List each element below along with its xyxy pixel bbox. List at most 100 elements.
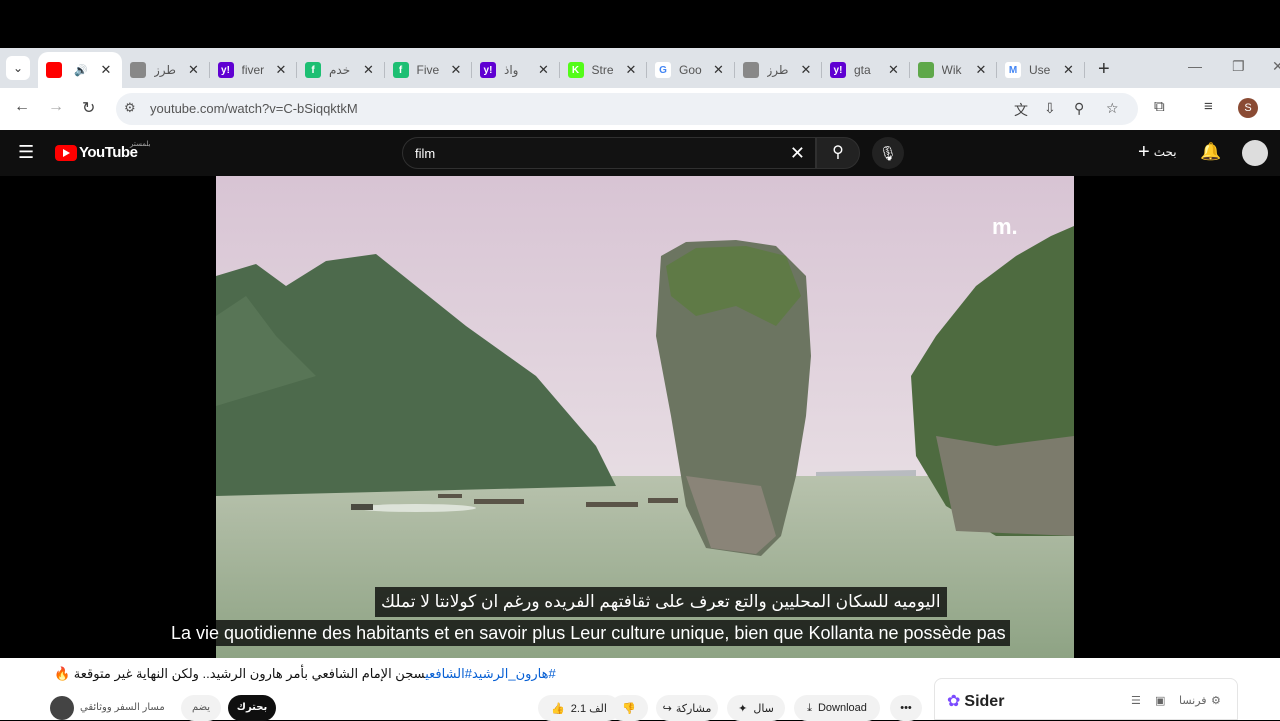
ask-button[interactable]: ✦ سال <box>727 695 785 721</box>
youtube-logo[interactable]: YouTube <box>55 144 138 161</box>
plus-icon: + <box>1098 58 1110 80</box>
tab-close-icon[interactable]: ✕ <box>186 62 202 78</box>
video-info-panel: #هارون_الرشيد#الشافعيسجن الإمام الشافعي … <box>0 658 1280 721</box>
tab-close-icon[interactable]: ✕ <box>973 62 989 78</box>
tab-title: fiver <box>241 63 265 77</box>
search-input[interactable]: film ✕ <box>402 137 816 169</box>
tab-title: Stre <box>591 63 614 77</box>
new-tab-button[interactable]: + <box>1098 58 1110 81</box>
tab-close-icon[interactable]: ✕ <box>273 62 289 78</box>
site-info-icon[interactable]: ⚙ <box>124 100 136 116</box>
close-window-button[interactable]: ✕ <box>1272 58 1280 75</box>
tab-title: طرز <box>766 63 789 77</box>
more-actions-button[interactable]: ••• <box>890 695 922 721</box>
more-icon: ••• <box>900 702 912 714</box>
tab-close-icon[interactable]: ✕ <box>886 62 902 78</box>
subtitle-icon[interactable]: ▣ <box>1155 694 1165 707</box>
sider-language[interactable]: فرنسا <box>1179 694 1207 707</box>
video-scene: m. <box>216 176 1074 658</box>
translate-icon[interactable]: 文 <box>1014 100 1028 120</box>
extensions-icon[interactable]: ⧉ <box>1154 98 1165 115</box>
tab-close-icon[interactable]: ✕ <box>448 62 464 78</box>
browser-tab[interactable]: طرز ✕ <box>122 52 210 88</box>
tab-close-icon[interactable]: ✕ <box>623 62 639 78</box>
voice-search-button[interactable]: 🎙 <box>872 137 904 169</box>
subtitle-french: La vie quotidienne des habitants et en s… <box>167 620 1010 646</box>
download-button[interactable]: ⤓ Download <box>794 695 880 721</box>
create-button[interactable]: + بحث <box>1138 142 1177 162</box>
tab-search-button[interactable]: ⌄ <box>6 56 30 80</box>
bookmark-star-icon[interactable]: ☆ <box>1106 100 1119 117</box>
tab-title: طرز <box>154 63 176 77</box>
subscribe-button[interactable]: يضم <box>181 695 221 721</box>
join-button[interactable]: بحترك <box>228 695 276 721</box>
profile-avatar[interactable]: S <box>1238 98 1258 118</box>
download-label: Download <box>817 702 867 714</box>
browser-tab[interactable]: K Stre ✕ <box>560 52 647 88</box>
restore-button[interactable]: ❐ <box>1232 58 1245 75</box>
browser-tab[interactable]: y! fiver ✕ <box>210 52 297 88</box>
video-player[interactable]: m. <box>0 176 1280 658</box>
browser-tab[interactable]: f خدم ✕ <box>297 52 385 88</box>
download-icon: ⤓ <box>807 701 812 714</box>
top-black-band <box>0 0 1280 48</box>
channel-avatar[interactable] <box>50 696 74 720</box>
settings-icon[interactable]: ⚙ <box>1211 694 1221 707</box>
minimize-button[interactable]: — <box>1188 58 1202 74</box>
back-icon[interactable]: ← <box>14 98 30 116</box>
channel-name[interactable]: مسار السفر ووثائقي <box>80 702 165 713</box>
browser-tab[interactable]: Wik ✕ <box>910 52 997 88</box>
sider-label: Sider <box>964 693 1005 710</box>
search-button[interactable]: ⚲ <box>816 137 860 169</box>
yahoo-favicon: y! <box>480 62 496 78</box>
account-avatar[interactable] <box>1242 140 1268 166</box>
browser-tab[interactable]: f Five ✕ <box>385 52 472 88</box>
search-value[interactable]: film <box>415 146 435 161</box>
tab-close-icon[interactable]: ✕ <box>711 62 727 78</box>
browser-tab[interactable]: M Use ✕ <box>997 52 1085 88</box>
notifications-bell-icon[interactable]: 🔔 <box>1200 142 1221 162</box>
omnibox[interactable]: ⚙ youtube.com/watch?v=C-bSiqqktkM 文 ⇩ ⚲ … <box>116 93 1138 125</box>
forward-icon[interactable]: → <box>48 98 64 116</box>
tab-list: 🔊 ✕ طرز ✕ y! fiver ✕ f خدم ✕ f Five ✕ y! واذ ✕ K Stre ✕ G Go… <box>38 52 1085 88</box>
url-text[interactable]: youtube.com/watch?v=C-bSiqqktkM <box>150 101 358 116</box>
thumbs-up-icon: 👍 <box>551 702 565 715</box>
youtube-header: ☰ YouTube بلمستر film ✕ ⚲ 🎙 + بحث 🔔 <box>0 130 1280 176</box>
dislike-button[interactable]: 👎 <box>610 695 648 721</box>
list-icon[interactable]: ☰ <box>1131 694 1141 707</box>
install-app-icon[interactable]: ⇩ <box>1044 100 1056 117</box>
browser-tab[interactable]: 🔊 ✕ <box>38 52 122 88</box>
browser-tab[interactable]: طرز ✕ <box>735 52 822 88</box>
menu-icon[interactable]: ☰ <box>18 142 34 163</box>
youtube-wordmark: YouTube <box>79 144 138 161</box>
like-button[interactable]: 👍 2.1 الف <box>538 695 620 721</box>
kick-favicon: K <box>567 62 584 78</box>
reload-icon[interactable]: ↻ <box>82 98 95 118</box>
microphone-icon: 🎙 <box>879 145 897 161</box>
video-frame[interactable]: m. <box>216 176 1074 658</box>
fiverr-favicon: f <box>392 62 409 78</box>
share-button[interactable]: ↪ مشاركة <box>656 695 718 721</box>
tab-close-icon[interactable]: ✕ <box>798 62 814 78</box>
tab-title: Goo <box>679 63 702 77</box>
zoom-icon[interactable]: ⚲ <box>1074 100 1084 117</box>
sider-panel[interactable]: ✿ Sider ☰ ▣ فرنسا ⚙ <box>934 678 1238 720</box>
leaf-favicon <box>917 62 934 78</box>
tab-close-icon[interactable]: ✕ <box>1061 62 1077 78</box>
tab-close-icon[interactable]: ✕ <box>98 62 114 78</box>
yahoo-favicon: y! <box>217 62 234 78</box>
browser-tab[interactable]: y! واذ ✕ <box>472 52 560 88</box>
tab-close-icon[interactable]: ✕ <box>361 62 377 78</box>
browser-tab[interactable]: y! gta ✕ <box>822 52 910 88</box>
clear-search-icon[interactable]: ✕ <box>790 143 805 164</box>
media-controls-icon[interactable]: ≡ <box>1204 98 1213 115</box>
youtube-logo-sup: بلمستر <box>130 141 151 148</box>
speaker-icon[interactable]: 🔊 <box>74 64 88 77</box>
thumbs-down-icon: 👎 <box>622 702 636 715</box>
browser-tab[interactable]: G Goo ✕ <box>647 52 735 88</box>
share-label: مشاركة <box>675 702 712 715</box>
tab-close-icon[interactable]: ✕ <box>536 62 552 78</box>
video-hashtags[interactable]: #هارون_الرشيد#الشافعي <box>425 666 556 681</box>
youtube-play-icon <box>55 144 77 161</box>
tab-title: Use <box>1029 63 1051 77</box>
